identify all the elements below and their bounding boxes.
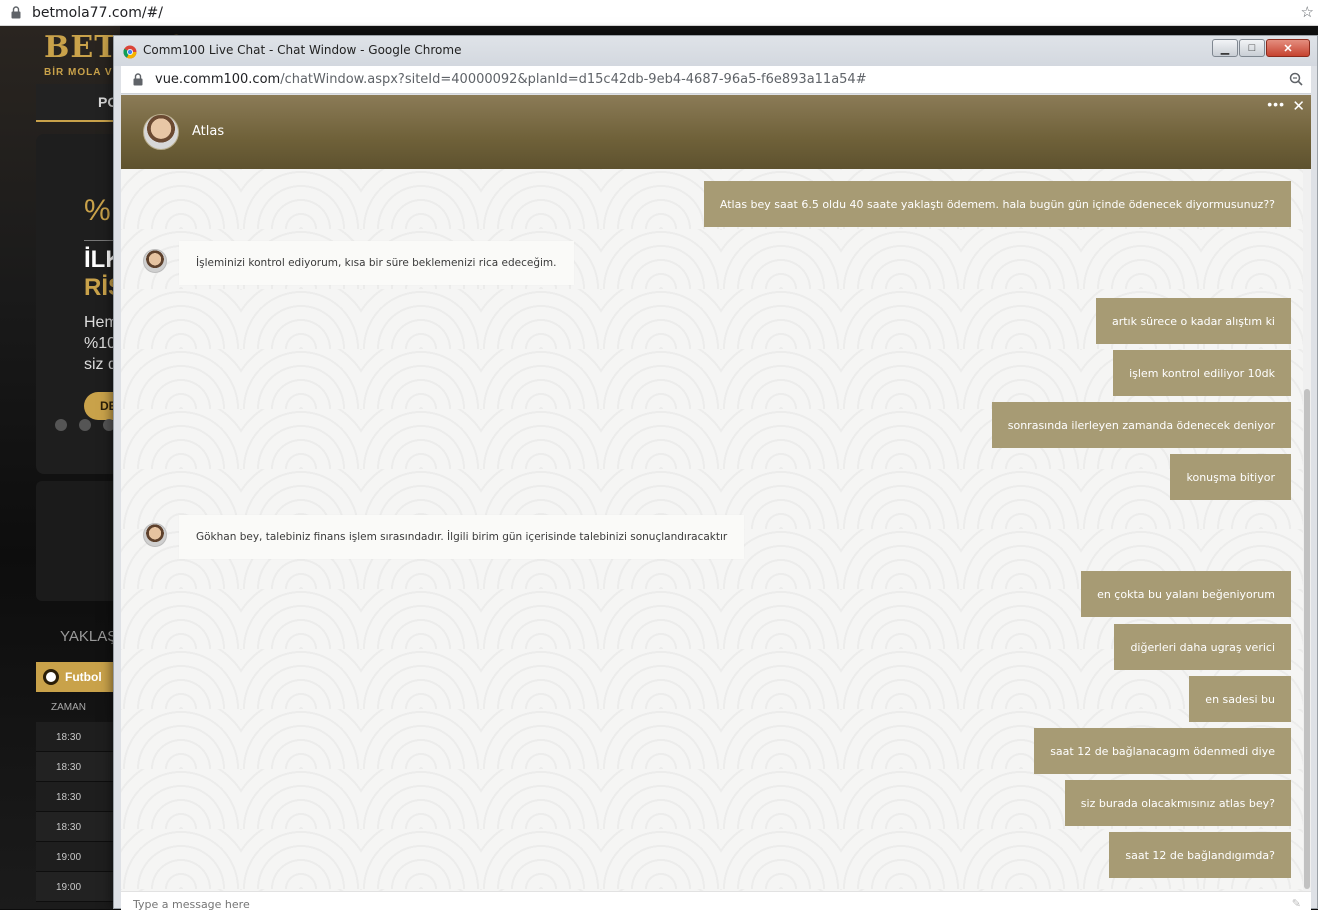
popup-titlebar[interactable]: Comm100 Live Chat - Chat Window - Google… <box>114 36 1317 66</box>
popup-address-bar[interactable]: vue.comm100.com/chatWindow.aspx?siteId=4… <box>121 66 1311 94</box>
chat-header: Atlas ••• ✕ <box>121 95 1311 169</box>
sport-tab-label: Futbol <box>65 670 102 684</box>
lock-icon <box>133 73 145 87</box>
message-scrollbar[interactable] <box>1303 169 1311 891</box>
visitor-message: en sadesi bu <box>1189 676 1291 722</box>
browser-address-bar[interactable]: betmola77.com/#/ ☆ <box>0 0 1318 26</box>
visitor-message: artık sürece o kadar alıştım ki <box>1095 298 1291 344</box>
match-time-list: 18:30 18:30 18:30 18:30 19:00 19:00 <box>36 722 120 902</box>
agent-message-avatar <box>143 523 167 547</box>
agent-avatar <box>143 114 179 150</box>
match-time[interactable]: 19:00 <box>36 872 120 902</box>
visitor-message: Atlas bey saat 6.5 oldu 40 saate yaklaşt… <box>703 181 1291 227</box>
soccer-ball-icon <box>43 669 59 685</box>
visitor-message: saat 12 de bağlanacagım ödenmedi diye <box>1034 728 1291 774</box>
match-time[interactable]: 19:00 <box>36 842 120 872</box>
agent-name: Atlas <box>192 124 225 139</box>
site-logo-tagline: BİR MOLA VE <box>44 67 121 78</box>
close-window-button[interactable]: ✕ <box>1266 39 1310 57</box>
attach-icon[interactable]: ✎ <box>1292 897 1301 910</box>
message-composer: ✎ <box>121 891 1311 910</box>
popup-url-host: vue.comm100.com <box>155 72 281 87</box>
agent-message: Gökhan bey, talebiniz finans işlem sıras… <box>179 515 745 559</box>
visitor-message: en çokta bu yalanı beğeniyorum <box>1081 571 1291 617</box>
message-input[interactable] <box>133 898 1233 910</box>
match-time[interactable]: 18:30 <box>36 812 120 842</box>
popup-title: Comm100 Live Chat - Chat Window - Google… <box>143 43 462 57</box>
match-time[interactable]: 18:30 <box>36 782 120 812</box>
bookmark-star-icon[interactable]: ☆ <box>1301 3 1314 21</box>
visitor-message: saat 12 de bağlandıgımda? <box>1109 832 1291 878</box>
minimize-button[interactable]: ▁ <box>1212 39 1238 57</box>
time-column-header: ZAMAN <box>51 702 86 713</box>
popup-url-path: /chatWindow.aspx?siteId=40000092&planId=… <box>280 72 867 87</box>
visitor-message: diğerleri daha ugraş verici <box>1114 624 1291 670</box>
site-nav[interactable]: PO <box>36 84 120 122</box>
carousel-dots[interactable] <box>55 419 115 431</box>
browser-url[interactable]: betmola77.com/#/ <box>32 5 163 21</box>
visitor-message: konuşma bitiyor <box>1170 454 1291 500</box>
player-card[interactable] <box>36 481 120 601</box>
upcoming-heading: YAKLAŞ <box>60 628 118 645</box>
scrollbar-thumb[interactable] <box>1304 389 1310 889</box>
visitor-message: işlem kontrol ediliyor 10dk <box>1113 350 1291 396</box>
match-time[interactable]: 18:30 <box>36 722 120 752</box>
agent-message-avatar <box>143 249 167 273</box>
carousel-dot[interactable] <box>55 419 67 431</box>
agent-message: İşleminizi kontrol ediyorum, kısa bir sü… <box>179 241 574 285</box>
chat-popup-window: Comm100 Live Chat - Chat Window - Google… <box>113 35 1318 910</box>
visitor-message: sonrasında ilerleyen zamanda ödenecek de… <box>991 402 1291 448</box>
zoom-icon[interactable] <box>1289 72 1303 86</box>
promo-percent: % <box>84 194 111 227</box>
chrome-icon <box>123 45 137 59</box>
close-chat-icon[interactable]: ✕ <box>1292 97 1305 115</box>
lock-icon <box>10 6 22 20</box>
carousel-dot[interactable] <box>79 419 91 431</box>
sport-tab-futbol[interactable]: Futbol <box>36 662 120 692</box>
message-list[interactable]: Atlas bey saat 6.5 oldu 40 saate yaklaşt… <box>121 169 1303 891</box>
popup-url[interactable]: vue.comm100.com/chatWindow.aspx?siteId=4… <box>155 72 867 87</box>
visitor-message: siz burada olacakmısınız atlas bey? <box>1064 780 1291 826</box>
more-options-icon[interactable]: ••• <box>1267 96 1285 112</box>
chat-window: Atlas ••• ✕ Atlas bey saat 6.5 oldu 40 s… <box>121 95 1311 910</box>
maximize-button[interactable]: □ <box>1239 39 1265 57</box>
match-time[interactable]: 18:30 <box>36 752 120 782</box>
